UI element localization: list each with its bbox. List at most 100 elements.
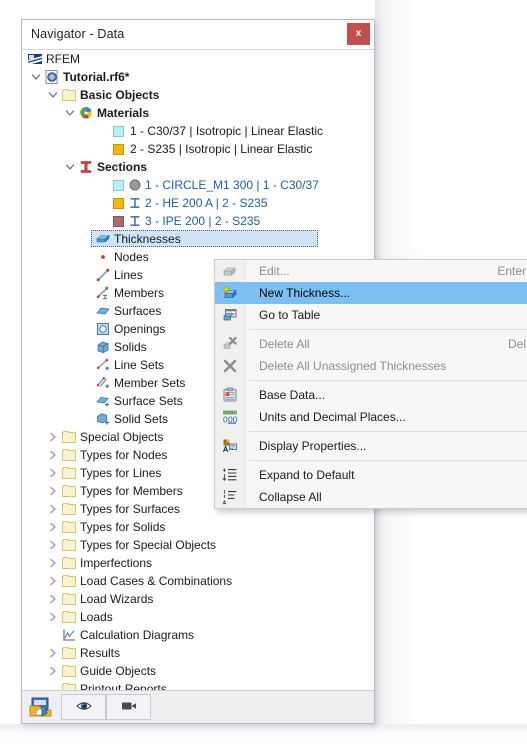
tree-item-imperfections[interactable]: Imperfections xyxy=(22,554,374,572)
tree-item-label: Basic Objects xyxy=(80,88,160,102)
section-color-swatch xyxy=(113,216,124,227)
tree-item-guide-objects[interactable]: Guide Objects xyxy=(22,662,374,680)
folder-icon xyxy=(62,485,76,497)
tree-item-label: Load Cases & Combinations xyxy=(80,574,233,588)
tree-item-load-wizards[interactable]: Load Wizards xyxy=(22,590,374,608)
folder-icon xyxy=(62,593,76,605)
menu-item-label: Collapse All xyxy=(259,490,322,504)
table-icon xyxy=(222,307,238,323)
menu-item-delete-all: Delete All Del xyxy=(215,333,527,355)
model-file-icon xyxy=(45,70,59,84)
chevron-down-icon[interactable] xyxy=(65,162,75,172)
chevron-right-icon[interactable] xyxy=(48,576,58,586)
tree-item-load-cases-combinations[interactable]: Load Cases & Combinations xyxy=(22,572,374,590)
chevron-down-icon[interactable] xyxy=(48,90,58,100)
tree-item-label: Types for Nodes xyxy=(80,448,168,462)
menu-item-new-thickness[interactable]: New Thickness... xyxy=(215,282,527,304)
menu-item-label: Base Data... xyxy=(259,388,326,402)
menu-item-label: Go to Table xyxy=(259,308,321,322)
edit-thickness-icon xyxy=(222,263,238,279)
tree-item-label: Results xyxy=(80,646,121,660)
toolbar-button-eye-visibility[interactable] xyxy=(61,694,106,720)
chevron-down-icon[interactable] xyxy=(65,108,75,118)
chevron-down-icon[interactable] xyxy=(31,72,41,82)
chevron-right-icon[interactable] xyxy=(48,486,58,496)
tree-item-1-c30-37-isotropic-linear-elastic[interactable]: 1 - C30/37 | Isotropic | Linear Elastic xyxy=(22,122,374,140)
tree-item-label: Materials xyxy=(97,106,150,120)
toolbar-button-video-camera[interactable] xyxy=(106,694,151,720)
menu-item-label: Expand to Default xyxy=(259,468,355,482)
menu-item-units-and-decimal-places[interactable]: 0 00 Units and Decimal Places... xyxy=(215,406,527,428)
navigator-data-tab-icon[interactable] xyxy=(29,696,53,718)
chevron-right-icon[interactable] xyxy=(48,612,58,622)
chevron-right-icon[interactable] xyxy=(48,522,58,532)
tree-item-types-for-special-objects[interactable]: Types for Special Objects xyxy=(22,536,374,554)
close-icon[interactable]: x xyxy=(347,23,370,45)
menu-item-expand-to-default[interactable]: Expand to Default xyxy=(215,464,527,486)
chevron-right-icon[interactable] xyxy=(48,648,58,658)
surface-icon xyxy=(96,304,110,318)
chevron-right-icon[interactable] xyxy=(48,432,58,442)
surface-set-icon xyxy=(96,394,110,408)
chevron-right-icon[interactable] xyxy=(48,468,58,478)
tree-item-label: Solids xyxy=(114,340,147,354)
menu-item-go-to-table[interactable]: Go to Table xyxy=(215,304,527,326)
folder-icon xyxy=(62,665,76,677)
tree-item-2-s235-isotropic-linear-elastic[interactable]: 2 - S235 | Isotropic | Linear Elastic xyxy=(22,140,374,158)
tree-item-label: Load Wizards xyxy=(80,592,154,606)
tree-item-label: Special Objects xyxy=(80,430,164,444)
menu-item-label: Delete All xyxy=(259,337,310,351)
menu-separator xyxy=(215,457,527,464)
tree-item-label: RFEM xyxy=(46,52,80,66)
units-decimals-icon: 0 00 xyxy=(222,409,238,425)
folder-icon xyxy=(62,503,76,515)
tree-item-label: Solid Sets xyxy=(114,412,169,426)
tree-item-calculation-diagrams[interactable]: Calculation Diagrams xyxy=(22,626,374,644)
chevron-right-icon[interactable] xyxy=(48,504,58,514)
tree-item-materials[interactable]: Materials xyxy=(22,104,374,122)
tree-item-tutorial-rf6[interactable]: Tutorial.rf6* xyxy=(22,68,374,86)
window-title: Navigator - Data xyxy=(31,27,125,41)
section-color-swatch xyxy=(113,198,124,209)
navigator-bottom-bar xyxy=(22,690,374,723)
chevron-right-icon[interactable] xyxy=(48,450,58,460)
section-i-rose-icon xyxy=(128,214,142,228)
tree-item-sections[interactable]: Sections xyxy=(22,158,374,176)
delete-unassigned-icon xyxy=(222,358,238,374)
folder-icon xyxy=(62,467,76,479)
tree-item-label: Nodes xyxy=(114,250,149,264)
tree-item-1-circle-m1-300-1-c30-37[interactable]: 1 - CIRCLE_M1 300 | 1 - C30/37 xyxy=(22,176,374,194)
tree-item-label: Types for Members xyxy=(80,484,183,498)
menu-item-base-data[interactable]: Base Data... xyxy=(215,384,527,406)
tree-item-label: 3 - IPE 200 | 2 - S235 xyxy=(145,214,261,228)
tree-item-types-for-solids[interactable]: Types for Solids xyxy=(22,518,374,536)
menu-separator xyxy=(215,428,527,435)
folder-icon xyxy=(62,647,76,659)
backdrop-left xyxy=(0,0,21,745)
section-color-swatch xyxy=(113,180,124,191)
thicknesses-context-menu[interactable]: Edit... Enter New Thickness... Go to Table D… xyxy=(214,259,527,509)
menu-item-display-properties[interactable]: Display Properties... xyxy=(215,435,527,457)
tree-item-loads[interactable]: Loads xyxy=(22,608,374,626)
member-icon xyxy=(96,286,110,300)
chevron-right-icon[interactable] xyxy=(48,558,58,568)
tree-item-label: Imperfections xyxy=(80,556,153,570)
menu-item-label: Edit... xyxy=(259,264,290,278)
node-icon xyxy=(96,250,110,264)
tree-item-rfem[interactable]: RFEM xyxy=(22,50,374,68)
tree-item-2-he-200-a-2-s235[interactable]: 2 - HE 200 A | 2 - S235 xyxy=(22,194,374,212)
tree-item-3-ipe-200-2-s235[interactable]: 3 - IPE 200 | 2 - S235 xyxy=(22,212,374,230)
tree-item-label: Guide Objects xyxy=(80,664,157,678)
new-thickness-icon xyxy=(222,285,238,301)
tree-item-results[interactable]: Results xyxy=(22,644,374,662)
diagram-icon xyxy=(62,628,76,642)
tree-item-basic-objects[interactable]: Basic Objects xyxy=(22,86,374,104)
rfem-logo-icon xyxy=(28,52,42,66)
solid-set-icon xyxy=(96,412,110,426)
tree-item-thicknesses[interactable]: Thicknesses xyxy=(22,230,374,248)
menu-item-collapse-all[interactable]: Collapse All xyxy=(215,486,527,508)
chevron-right-icon[interactable] xyxy=(48,594,58,604)
chevron-right-icon[interactable] xyxy=(48,666,58,676)
chevron-right-icon[interactable] xyxy=(48,540,58,550)
tree-item-label: 2 - S235 | Isotropic | Linear Elastic xyxy=(130,142,313,156)
